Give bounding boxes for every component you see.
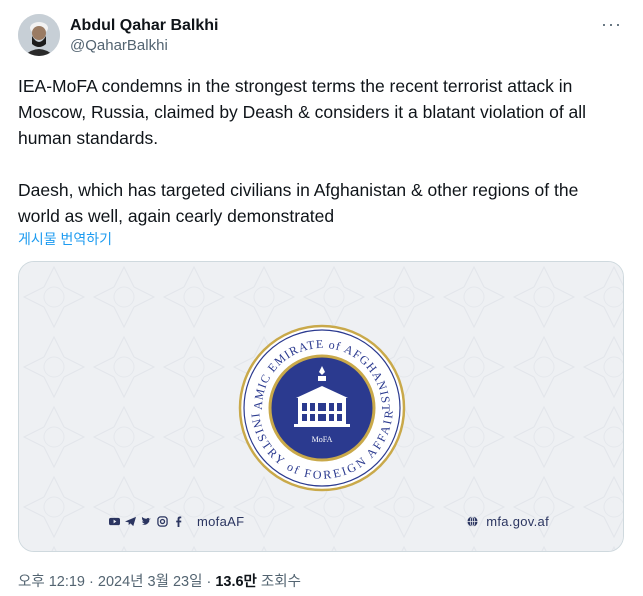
- mofa-seal-logo: ISLAMIC EMIRATE of AFGHANISTAN MINISTRY …: [238, 324, 406, 492]
- instagram-icon: [157, 516, 168, 527]
- avatar[interactable]: [18, 14, 60, 56]
- tweet-media-image[interactable]: ISLAMIC EMIRATE of AFGHANISTAN MINISTRY …: [18, 261, 624, 552]
- telegram-icon: [125, 516, 136, 527]
- social-handle-text: mofaAF: [197, 514, 245, 529]
- more-options-icon[interactable]: ···: [601, 14, 622, 34]
- tweet-time[interactable]: 오후 12:19: [18, 574, 85, 590]
- globe-icon: [467, 516, 478, 527]
- views-label: 조회수: [256, 574, 301, 590]
- author-display-name[interactable]: Abdul Qahar Balkhi: [70, 16, 218, 36]
- youtube-icon: [109, 517, 120, 526]
- social-links-row: mofaAF: [109, 514, 244, 529]
- meta-separator: ·: [85, 574, 98, 590]
- seal-center-label: MoFA: [312, 435, 333, 444]
- meta-separator-2: ·: [202, 574, 216, 590]
- translate-post-link[interactable]: 게시물 번역하기: [18, 229, 112, 249]
- views-count: 13.6만: [215, 574, 257, 590]
- tweet-header: Abdul Qahar Balkhi @QaharBalkhi ···: [18, 14, 628, 58]
- twitter-icon: [141, 516, 152, 525]
- tweet-date[interactable]: 2024년 3월 23일: [98, 574, 203, 590]
- facebook-icon: [176, 516, 182, 527]
- author-handle[interactable]: @QaharBalkhi: [70, 36, 218, 56]
- tweet-text: IEA-MoFA condemns in the strongest terms…: [18, 76, 587, 226]
- website-row: mfa.gov.af: [467, 514, 549, 529]
- website-text: mfa.gov.af: [486, 514, 549, 529]
- tweet-meta: 오후 12:19 · 2024년 3월 23일 · 13.6만 조회수: [18, 570, 301, 591]
